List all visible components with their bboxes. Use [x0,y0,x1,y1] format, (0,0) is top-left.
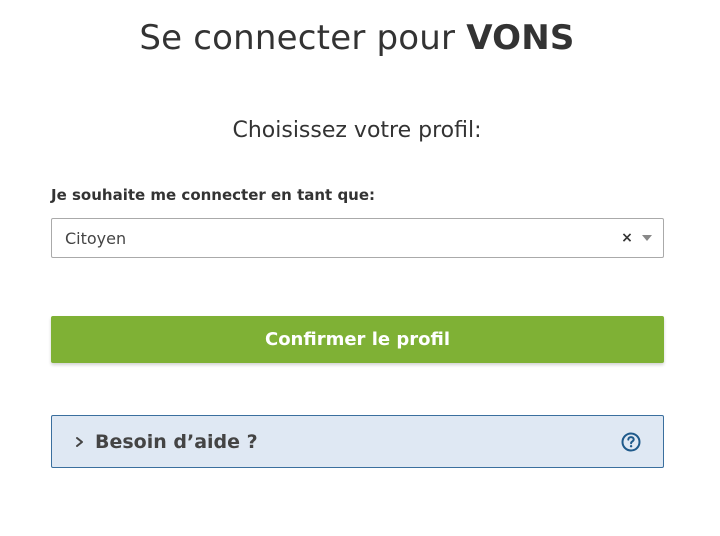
profile-select-value: Citoyen [65,228,127,248]
help-label: Besoin d’aide ? [95,430,258,453]
confirm-profile-button[interactable]: Confirmer le profil [51,316,664,363]
page-title-brand: VONS [466,18,575,58]
profile-subtitle: Choisissez votre profil: [232,118,482,143]
page-title: Se connecter pour VONS [0,18,714,58]
profile-select[interactable]: Citoyen × [51,218,664,258]
page-title-prefix: Se connecter pour [139,18,467,58]
clear-selection-icon[interactable]: × [620,230,634,246]
login-page: Se connecter pour VONS Choisissez votre … [0,0,720,536]
help-accordion[interactable]: Besoin d’aide ? [51,415,664,468]
profile-field-label: Je souhaite me connecter en tant que: [51,186,376,204]
question-circle-icon[interactable] [621,432,641,452]
dropdown-arrow-icon[interactable] [642,235,652,241]
chevron-right-icon [75,435,87,449]
